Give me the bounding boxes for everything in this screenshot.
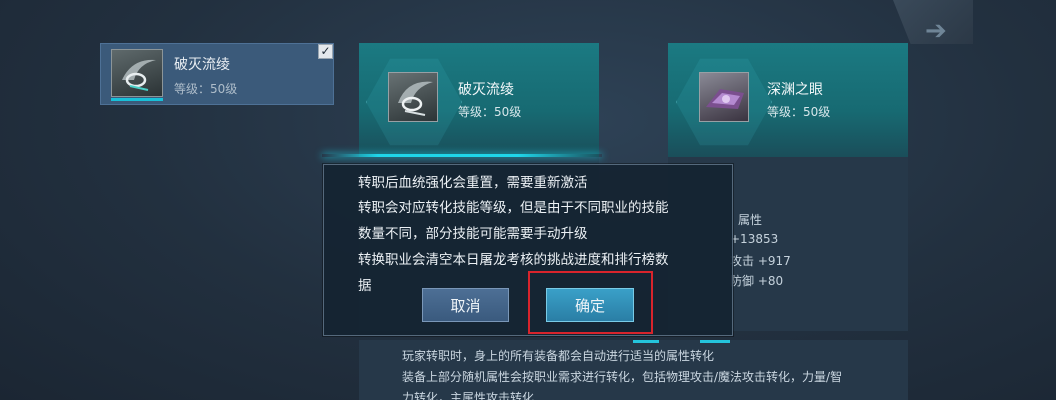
selected-item-name: 破灭流绫 — [174, 57, 230, 73]
cancel-button[interactable]: 取消 — [422, 288, 509, 322]
description-line: 力转化，主属性攻击转化 — [402, 391, 535, 400]
dialog-line: 转职会对应转化技能等级，但是由于不同职业的技能 — [358, 200, 669, 216]
stat-value: +13853 — [730, 232, 779, 246]
highlight-box — [528, 271, 653, 334]
description-line: 玩家转职时，身上的所有装备都会自动进行适当的属性转化 — [402, 349, 715, 363]
description-line: 装备上部分随机属性会按职业需求进行转化，包括物理攻击/魔法攻击转化，力量/智 — [402, 370, 843, 384]
dialog-line: 转换职业会清空本日屠龙考核的挑战进度和排行榜数 — [358, 252, 669, 268]
target-item-level: 等级：50级 — [767, 105, 831, 119]
current-item-level: 等级：50级 — [458, 105, 522, 119]
dialog-line: 据 — [358, 278, 372, 294]
glow-divider — [322, 154, 602, 157]
stat-header: 属性 — [738, 213, 763, 227]
stat-value: 攻击 +917 — [730, 254, 791, 268]
dialog-line: 数量不同，部分技能可能需要手动升级 — [358, 226, 588, 242]
dialog-accent — [633, 340, 659, 343]
selected-item-level: 等级：50级 — [174, 82, 238, 96]
arrow-right-icon[interactable]: ➔ — [925, 18, 947, 44]
target-item-name: 深渊之眼 — [767, 82, 823, 98]
stat-value: 防御 +80 — [730, 274, 784, 288]
card-underline — [111, 98, 163, 101]
scythe-weapon-icon — [111, 49, 163, 97]
dialog-accent — [700, 340, 730, 343]
abyss-eye-weapon-icon — [699, 72, 749, 122]
dialog-line: 转职后血统强化会重置，需要重新激活 — [358, 175, 588, 191]
checkmark-icon[interactable]: ✓ — [318, 44, 333, 59]
scythe-weapon-icon — [388, 72, 438, 122]
current-item-name: 破灭流绫 — [458, 82, 514, 98]
